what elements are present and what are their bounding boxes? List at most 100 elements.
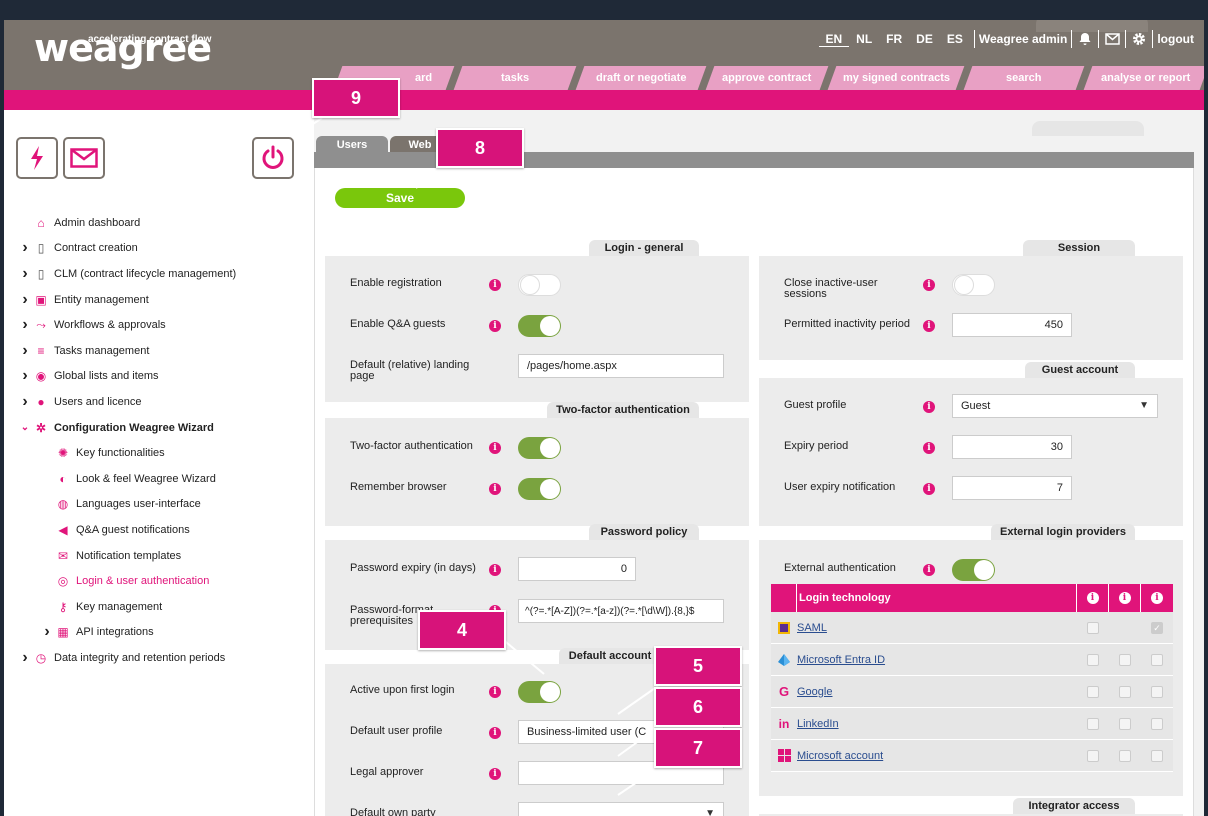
bell-icon[interactable] xyxy=(1076,30,1094,48)
sidebar-item[interactable]: › ▦ API integrations xyxy=(18,620,308,646)
info-icon[interactable]: i xyxy=(489,727,501,739)
nav-tab-approve[interactable]: approve contract xyxy=(705,66,829,90)
info-icon[interactable]: i xyxy=(489,320,501,332)
checkbox[interactable] xyxy=(1151,717,1163,730)
chevron-right-icon[interactable]: › xyxy=(18,291,32,309)
nav-tab-draft[interactable]: draft or negotiate xyxy=(575,66,707,90)
info-icon[interactable]: i xyxy=(923,442,935,454)
checkbox[interactable] xyxy=(1087,685,1099,698)
checkbox[interactable] xyxy=(1119,685,1131,698)
chevron-right-icon[interactable]: › xyxy=(18,316,32,334)
chevron-right-icon[interactable]: › xyxy=(40,623,54,641)
checkbox[interactable] xyxy=(1087,653,1099,666)
sidebar-item[interactable]: › ● Users and licence xyxy=(18,389,308,415)
expiry-period-input[interactable]: 30 xyxy=(952,435,1072,459)
power-button[interactable] xyxy=(252,137,294,179)
info-icon[interactable]: i xyxy=(923,279,935,291)
close-inactive-toggle[interactable] xyxy=(952,274,995,296)
sidebar-item[interactable]: ⚷ Key management xyxy=(18,594,308,620)
user-name[interactable]: Weagree admin xyxy=(979,32,1067,46)
sidebar-item[interactable]: ◎ Login & user authentication xyxy=(18,568,308,594)
chevron-down-icon[interactable]: ⌄ xyxy=(18,422,32,433)
sidebar-item[interactable]: ◍ Languages user-interface xyxy=(18,492,308,518)
flash-button[interactable] xyxy=(16,137,58,179)
password-format-input[interactable]: ^(?=.*[A-Z])(?=.*[a-z])(?=.*[\d\W]).{8,}… xyxy=(518,599,724,623)
info-icon[interactable]: i xyxy=(489,564,501,576)
external-auth-toggle[interactable] xyxy=(952,559,995,581)
header-info-3[interactable]: i xyxy=(1141,584,1173,612)
lang-de[interactable]: DE xyxy=(909,32,940,46)
two-factor-toggle[interactable] xyxy=(518,437,561,459)
lang-nl[interactable]: NL xyxy=(849,32,879,46)
lang-es[interactable]: ES xyxy=(940,32,970,46)
expiry-notification-input[interactable]: 7 xyxy=(952,476,1072,500)
active-first-login-toggle[interactable] xyxy=(518,681,561,703)
nav-tab-signed[interactable]: my signed contracts xyxy=(827,66,965,90)
sidebar-item[interactable]: › ▯ CLM (contract lifecycle management) xyxy=(18,261,308,287)
chevron-right-icon[interactable]: › xyxy=(18,393,32,411)
info-icon[interactable]: i xyxy=(489,483,501,495)
sidebar-item[interactable]: › ◷ Data integrity and retention periods xyxy=(18,645,308,671)
logout-link[interactable]: logout xyxy=(1157,32,1194,46)
sidebar-item[interactable]: ◐ Look & feel Weagree Wizard xyxy=(18,466,308,492)
sidebar-item[interactable]: ⌄ ✲ Configuration Weagree Wizard xyxy=(18,415,308,441)
header-info-2[interactable]: i xyxy=(1109,584,1141,612)
checkbox[interactable] xyxy=(1119,717,1131,730)
info-icon[interactable]: i xyxy=(923,564,935,576)
chevron-right-icon[interactable]: › xyxy=(18,342,32,360)
sidebar-item[interactable]: ✺ Key functionalities xyxy=(18,440,308,466)
checkbox[interactable] xyxy=(1119,653,1131,666)
sidebar-item[interactable]: ✉ Notification templates xyxy=(18,543,308,569)
provider-link[interactable]: Microsoft account xyxy=(797,750,1077,762)
info-icon[interactable]: i xyxy=(489,442,501,454)
provider-link[interactable]: Microsoft Entra ID xyxy=(797,654,1077,666)
lang-en[interactable]: EN xyxy=(818,32,850,47)
sidebar-item[interactable]: › ≡ Tasks management xyxy=(18,338,308,364)
chevron-right-icon[interactable]: › xyxy=(18,367,32,385)
mail-icon[interactable] xyxy=(1103,30,1121,48)
checkbox[interactable]: ✓ xyxy=(1151,621,1163,634)
default-own-party-select[interactable]: ▼ xyxy=(518,802,724,816)
nav-tab-tasks[interactable]: tasks xyxy=(453,66,577,90)
inactivity-period-input[interactable]: 450 xyxy=(952,313,1072,337)
info-icon[interactable]: i xyxy=(489,768,501,780)
sidebar-item[interactable]: ◀ Q&A guest notifications xyxy=(18,517,308,543)
sidebar-item[interactable]: › ⤳ Workflows & approvals xyxy=(18,312,308,338)
sidebar-item[interactable]: › ▣ Entity management xyxy=(18,287,308,313)
landing-page-input[interactable]: /pages/home.aspx xyxy=(518,354,724,378)
gear-icon[interactable] xyxy=(1130,30,1148,48)
info-icon[interactable]: i xyxy=(923,401,935,413)
header-info-1[interactable]: i xyxy=(1077,584,1109,612)
info-icon[interactable]: i xyxy=(923,483,935,495)
enable-qa-guests-toggle[interactable] xyxy=(518,315,561,337)
checkbox[interactable] xyxy=(1087,621,1099,634)
lang-fr[interactable]: FR xyxy=(879,32,909,46)
chevron-right-icon[interactable]: › xyxy=(18,265,32,283)
checkbox[interactable] xyxy=(1087,749,1099,762)
checkbox[interactable] xyxy=(1087,717,1099,730)
checkbox[interactable] xyxy=(1151,685,1163,698)
provider-link[interactable]: SAML xyxy=(797,622,1077,634)
info-icon[interactable]: i xyxy=(489,279,501,291)
nav-tab-search[interactable]: search xyxy=(963,66,1085,90)
chevron-right-icon[interactable]: › xyxy=(18,239,32,257)
provider-link[interactable]: Google xyxy=(797,686,1077,698)
checkbox[interactable] xyxy=(1151,653,1163,666)
password-expiry-input[interactable]: 0 xyxy=(518,557,636,581)
remember-browser-toggle[interactable] xyxy=(518,478,561,500)
checkbox[interactable] xyxy=(1119,749,1131,762)
guest-profile-select[interactable]: Guest ▼ xyxy=(952,394,1158,418)
message-button[interactable] xyxy=(63,137,105,179)
nav-tab-analyse[interactable]: analyse or report xyxy=(1083,66,1204,90)
sidebar-item[interactable]: › ▯ Contract creation xyxy=(18,236,308,262)
chevron-right-icon[interactable]: › xyxy=(18,649,32,667)
checkbox[interactable] xyxy=(1151,749,1163,762)
sidebar-item[interactable]: ⌂ Admin dashboard xyxy=(18,210,308,236)
info-icon[interactable]: i xyxy=(489,686,501,698)
enable-registration-toggle[interactable] xyxy=(518,274,561,296)
save-button[interactable]: Save xyxy=(335,188,465,208)
sidebar-item[interactable]: › ◉ Global lists and items xyxy=(18,364,308,390)
provider-link[interactable]: LinkedIn xyxy=(797,718,1077,730)
checkbox-cell xyxy=(1077,653,1109,666)
info-icon[interactable]: i xyxy=(923,320,935,332)
